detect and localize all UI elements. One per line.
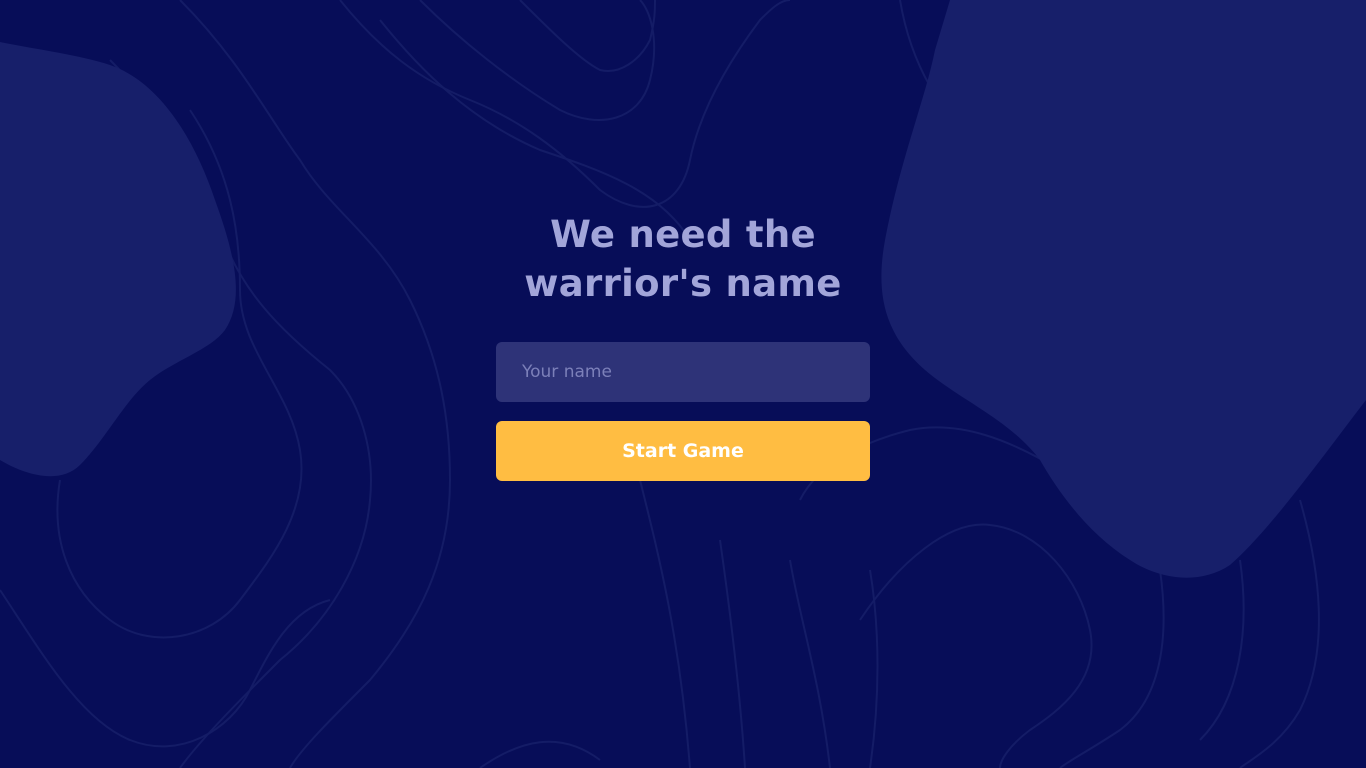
blob-right [881, 0, 1366, 578]
page-title: We need the warrior's name [496, 210, 870, 308]
name-form: We need the warrior's name Start Game [496, 210, 870, 481]
title-line-1: We need the [550, 213, 816, 256]
name-input[interactable] [496, 342, 870, 402]
blob-left [0, 42, 236, 477]
start-game-button[interactable]: Start Game [496, 421, 870, 481]
title-line-2: warrior's name [524, 262, 842, 305]
